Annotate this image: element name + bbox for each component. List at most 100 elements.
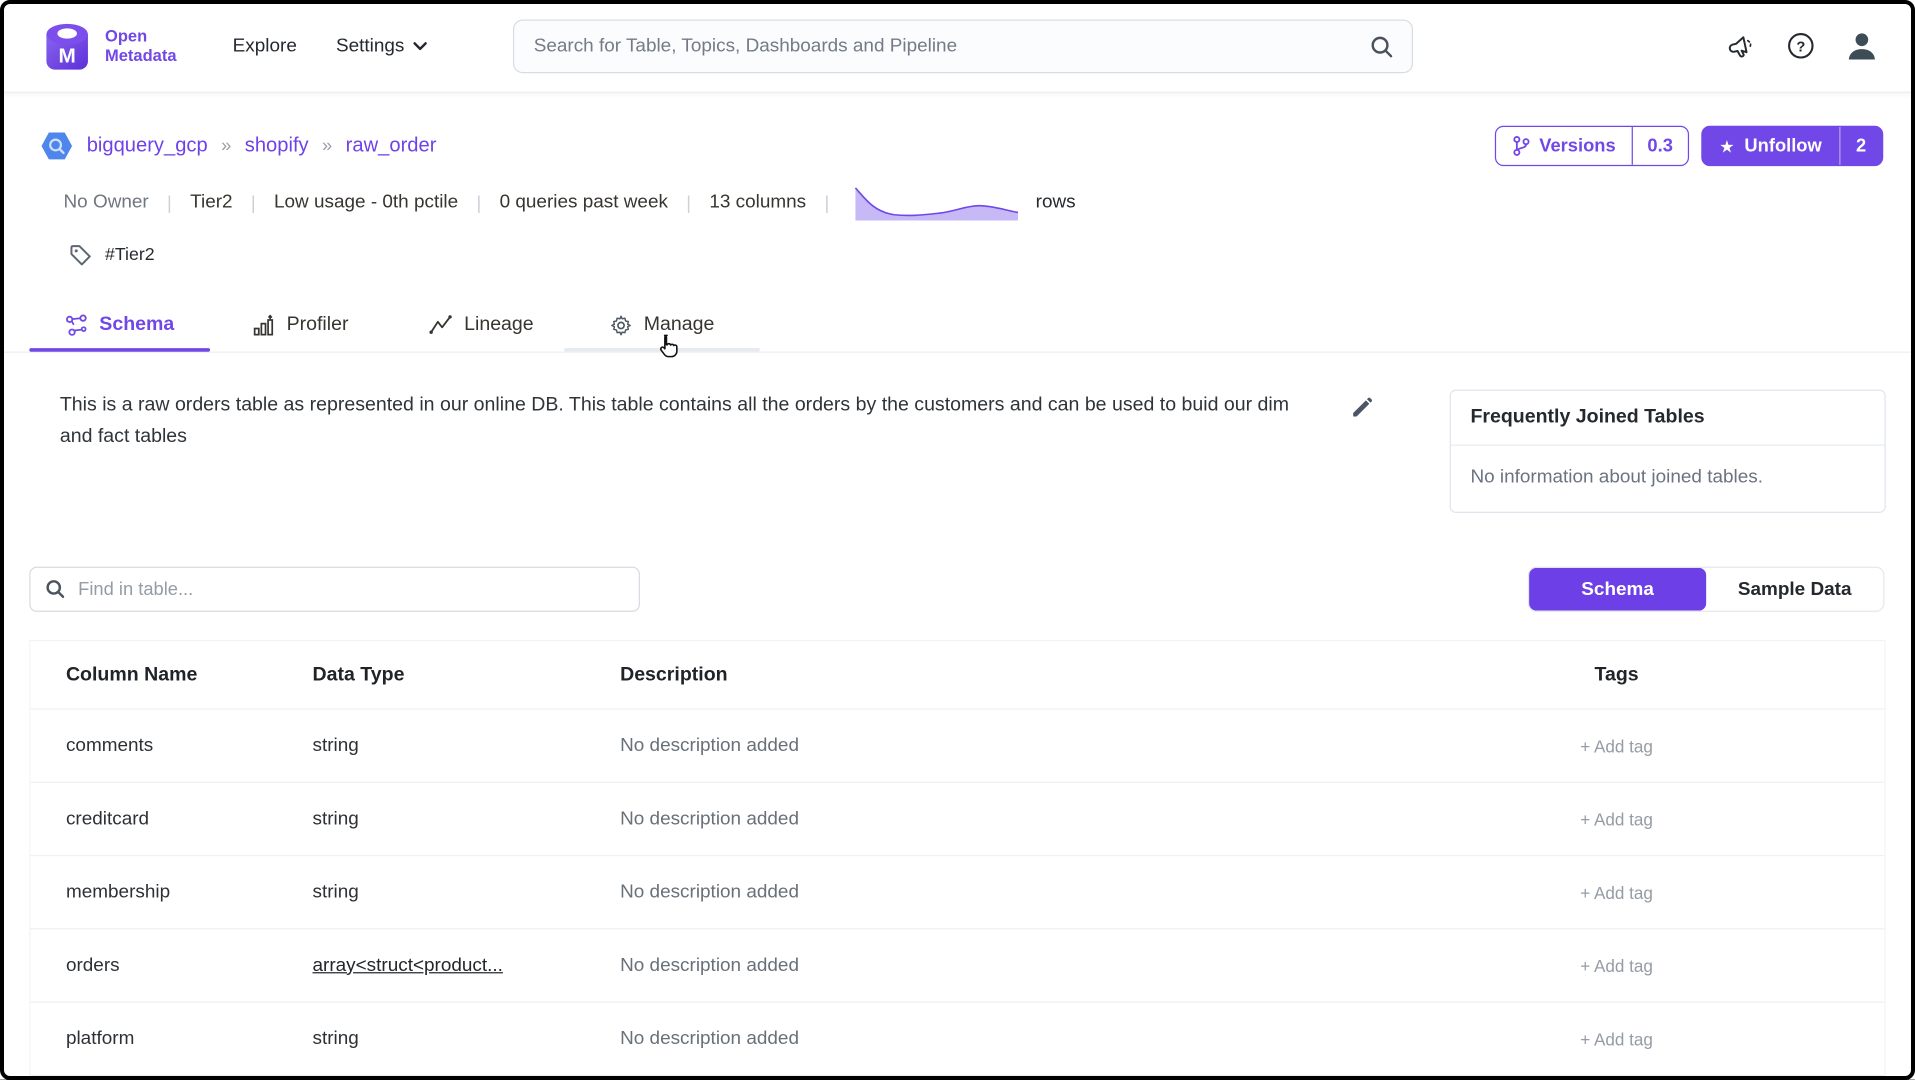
tab-lineage[interactable]: Lineage <box>391 298 572 352</box>
column-description[interactable]: No description added <box>585 1028 1349 1050</box>
user-avatar[interactable] <box>1845 29 1878 62</box>
breadcrumb: bigquery_gcp » shopify » raw_order <box>40 129 436 162</box>
entity-stats: No Owner | Tier2 | Low usage - 0th pctil… <box>0 184 1915 221</box>
table-header-row: Column Name Data Type Description Tags <box>31 640 1885 708</box>
followers-count: 2 <box>1839 127 1882 165</box>
add-tag-button[interactable]: + Add tag <box>1349 882 1885 902</box>
column-description[interactable]: No description added <box>585 808 1349 830</box>
openmetadata-logo[interactable]: M Open Metadata <box>40 19 176 73</box>
tier-tag[interactable]: #Tier2 <box>105 245 155 265</box>
edit-description-icon[interactable] <box>1351 397 1373 419</box>
tab-manage[interactable]: Manage <box>572 298 753 352</box>
column-name: comments <box>31 735 278 757</box>
find-in-table-input[interactable] <box>78 579 624 600</box>
breadcrumb-database[interactable]: shopify <box>245 134 309 157</box>
schema-tab-panel: This is a raw orders table as represente… <box>0 352 1915 513</box>
nav-link-explore[interactable]: Explore <box>233 35 297 57</box>
rows-sparkline-chart <box>848 184 1026 221</box>
column-name: membership <box>31 881 278 903</box>
owner-stat: No Owner <box>64 192 149 214</box>
column-description[interactable]: No description added <box>585 954 1349 976</box>
columns-stat: 13 columns <box>709 192 806 214</box>
tab-profiler[interactable]: Profiler <box>210 298 391 352</box>
column-type-expandable-link[interactable]: array<struct<product... <box>313 954 503 975</box>
search-icon[interactable] <box>1369 34 1395 60</box>
entity-tags: #Tier2 <box>0 243 1915 267</box>
version-branch-icon <box>1512 136 1530 157</box>
version-number: 0.3 <box>1632 127 1688 165</box>
col-header-type: Data Type <box>277 664 585 686</box>
schema-tab-icon <box>65 313 88 336</box>
find-search-icon <box>45 579 66 600</box>
brand-text: Open Metadata <box>105 27 176 65</box>
table-row: platform string No description added + A… <box>31 1001 1885 1074</box>
column-type: string <box>277 735 585 757</box>
nav-link-settings[interactable]: Settings <box>336 35 428 57</box>
schema-view-toggle: Schema Sample Data <box>1528 567 1885 612</box>
breadcrumb-service[interactable]: bigquery_gcp <box>87 134 208 157</box>
toggle-schema-button[interactable]: Schema <box>1529 568 1706 611</box>
add-tag-button[interactable]: + Add tag <box>1349 736 1885 756</box>
breadcrumb-separator: » <box>221 136 231 157</box>
table-row-partial <box>31 1075 1885 1080</box>
joined-tables-title: Frequently Joined Tables <box>1451 391 1885 446</box>
column-type: string <box>277 881 585 903</box>
announcements-icon[interactable] <box>1727 31 1756 60</box>
column-description[interactable]: No description added <box>585 881 1349 903</box>
column-type: string <box>277 1028 585 1050</box>
entity-header: bigquery_gcp » shopify » raw_order Versi… <box>0 93 1915 166</box>
entity-tabs: Schema Profiler Lineage Manag <box>0 298 1915 352</box>
column-type: string <box>277 808 585 830</box>
lineage-tab-icon <box>429 314 453 336</box>
schema-columns-table: Column Name Data Type Description Tags c… <box>29 640 1885 1080</box>
star-icon: ★ <box>1719 137 1734 154</box>
add-tag-button[interactable]: + Add tag <box>1349 956 1885 976</box>
openmetadata-app: M Open Metadata Explore Settings <box>0 0 1915 1080</box>
global-search-input[interactable] <box>534 35 1369 57</box>
table-row: orders array<struct<product... No descri… <box>31 928 1885 1001</box>
navbar-right: ? <box>1727 29 1878 62</box>
column-name: creditcard <box>31 808 278 830</box>
table-description: This is a raw orders table as represente… <box>32 390 1308 454</box>
table-row: creditcard string No description added +… <box>31 782 1885 855</box>
tier-stat: Tier2 <box>190 192 232 214</box>
mouse-cursor-hand <box>655 332 682 361</box>
manage-gear-icon <box>610 313 633 336</box>
top-navbar: M Open Metadata Explore Settings <box>0 0 1915 93</box>
schema-controls: Schema Sample Data <box>0 567 1915 612</box>
toggle-sample-data-button[interactable]: Sample Data <box>1706 568 1883 611</box>
col-header-description: Description <box>585 664 1349 686</box>
table-row: comments string No description added + A… <box>31 708 1885 781</box>
description-block: This is a raw orders table as represente… <box>32 390 1424 454</box>
table-row: membership string No description added +… <box>31 855 1885 928</box>
global-search <box>513 20 1413 74</box>
unfollow-button[interactable]: ★ Unfollow 2 <box>1701 126 1883 166</box>
rows-stat-label: rows <box>1036 192 1076 214</box>
nav-links: Explore Settings <box>233 35 428 57</box>
queries-stat: 0 queries past week <box>500 192 668 214</box>
usage-stat: Low usage - 0th pctile <box>274 192 458 214</box>
openmetadata-logo-icon: M <box>40 19 94 73</box>
tab-schema[interactable]: Schema <box>29 298 210 352</box>
add-tag-button[interactable]: + Add tag <box>1349 1029 1885 1049</box>
breadcrumb-separator: » <box>322 136 332 157</box>
versions-button[interactable]: Versions 0.3 <box>1495 126 1688 166</box>
breadcrumb-table[interactable]: raw_order <box>346 134 437 157</box>
frequently-joined-tables-card: Frequently Joined Tables No information … <box>1450 390 1886 513</box>
column-description[interactable]: No description added <box>585 735 1349 757</box>
help-icon[interactable]: ? <box>1787 32 1815 60</box>
find-in-table <box>29 567 640 612</box>
header-actions: Versions 0.3 ★ Unfollow 2 <box>1495 126 1883 166</box>
tag-icon <box>68 243 92 267</box>
svg-text:M: M <box>59 44 76 67</box>
svg-text:?: ? <box>1796 39 1805 55</box>
col-header-tags: Tags <box>1349 664 1885 686</box>
add-tag-button[interactable]: + Add tag <box>1349 809 1885 829</box>
column-name: platform <box>31 1028 278 1050</box>
profiler-tab-icon <box>252 313 275 336</box>
column-name: orders <box>31 954 278 976</box>
chevron-down-icon <box>413 41 428 51</box>
joined-tables-empty-text: No information about joined tables. <box>1451 446 1885 512</box>
bigquery-service-icon <box>40 129 73 162</box>
col-header-name: Column Name <box>31 664 278 686</box>
